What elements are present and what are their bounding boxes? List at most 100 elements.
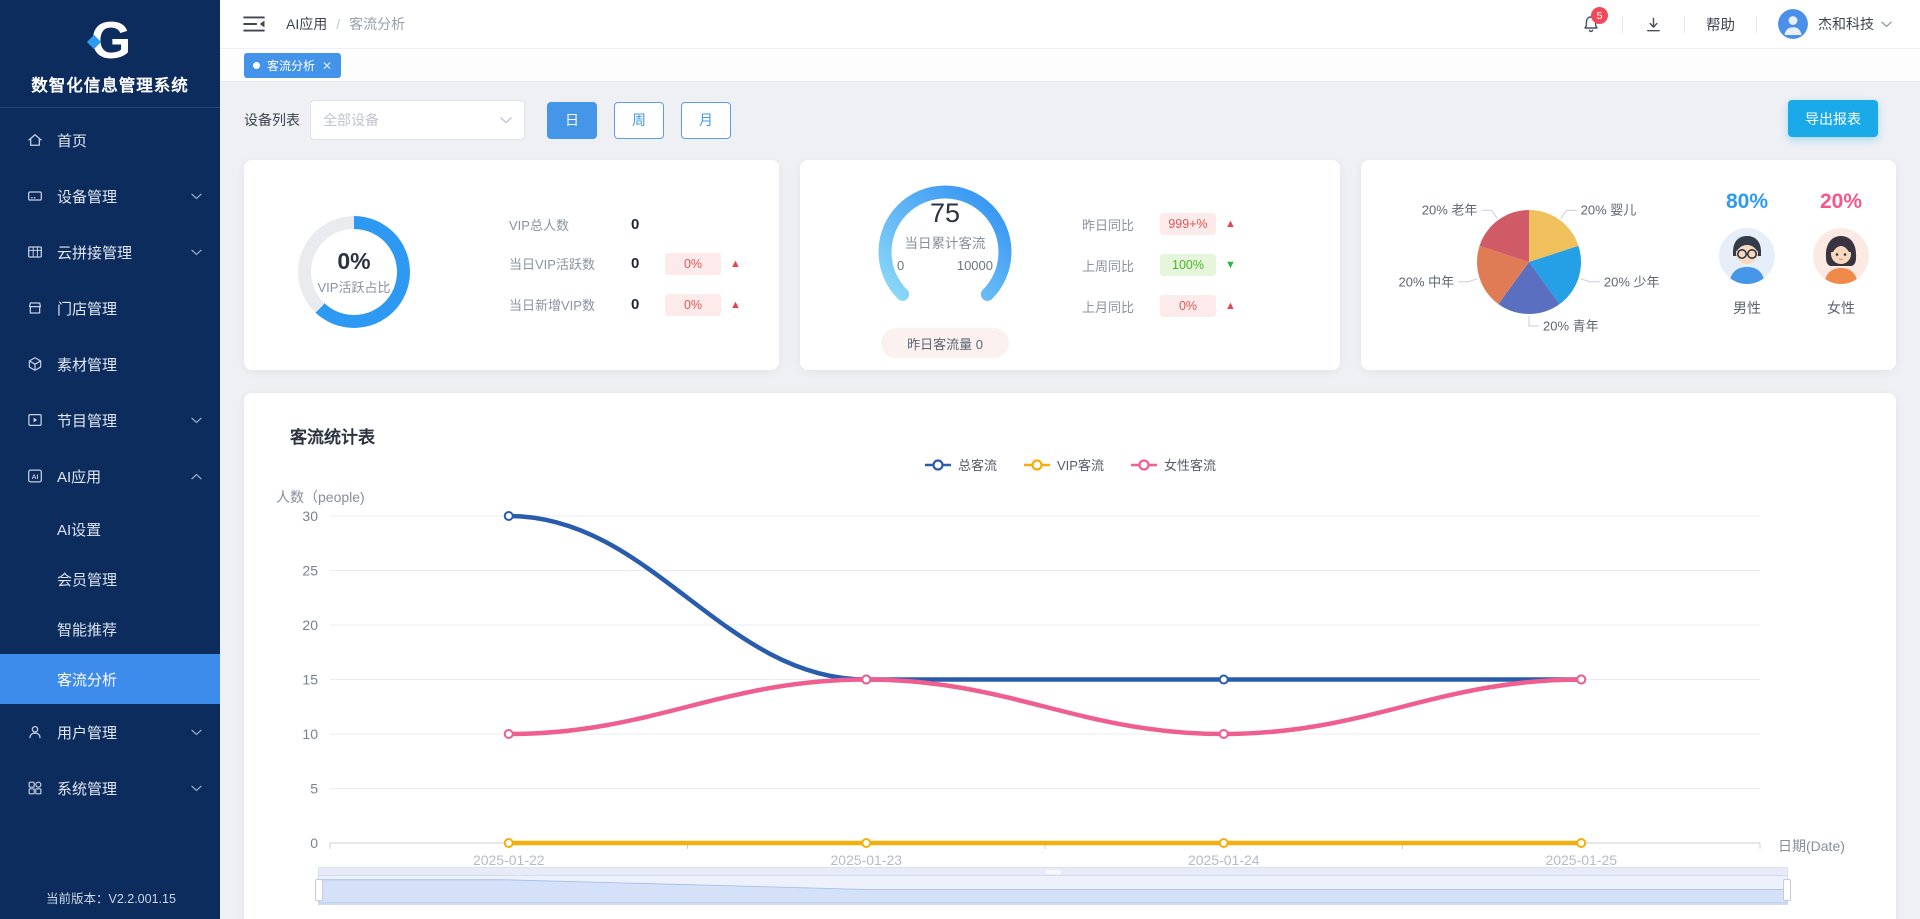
trend-up-icon: ▲	[1225, 218, 1236, 230]
data-point	[862, 839, 870, 847]
sidebar-item-material[interactable]: 素材管理	[0, 336, 220, 392]
sidebar-item-store[interactable]: 门店管理	[0, 280, 220, 336]
datazoom-track[interactable]	[318, 867, 1788, 875]
data-point	[1220, 676, 1228, 684]
chevron-down-icon	[191, 249, 202, 256]
app-logo-icon: G	[80, 12, 140, 70]
svg-text:2025-01-22: 2025-01-22	[473, 852, 545, 868]
chevron-down-icon	[191, 193, 202, 200]
datazoom-preview	[319, 876, 1787, 904]
period-button-周[interactable]: 周	[614, 102, 664, 139]
tab-label: 客流分析	[267, 57, 315, 74]
breadcrumb-item-ai[interactable]: AI应用	[286, 14, 327, 34]
pie-label: 20% 老年	[1422, 203, 1478, 218]
daily-flow-value: 75	[870, 198, 1020, 229]
age-distribution-pie-chart: 20% 婴儿20% 少年20% 青年20% 中年20% 老年	[1379, 165, 1699, 365]
chevron-down-icon[interactable]	[1881, 21, 1892, 28]
material-icon	[26, 355, 44, 373]
download-icon[interactable]	[1644, 15, 1663, 34]
data-point	[505, 839, 513, 847]
store-icon	[26, 299, 44, 317]
svg-text:AI: AI	[32, 474, 39, 481]
vip-stats-card: 0% VIP活跃占比 VIP总人数0当日VIP活跃数00%▲当日新增VIP数00…	[244, 160, 779, 370]
ai-icon: AI	[26, 467, 44, 485]
data-point	[862, 676, 870, 684]
sidebar-menu: 首页设备管理云拼接管理门店管理素材管理节目管理AIAI应用AI设置会员管理智能推…	[0, 112, 220, 816]
sidebar-item-splice[interactable]: 云拼接管理	[0, 224, 220, 280]
sidebar: G 数智化信息管理系统 首页设备管理云拼接管理门店管理素材管理节目管理AIAI应…	[0, 0, 220, 919]
daily-flow-card: 75 当日累计客流 0 10000 昨日客流量 0 昨日同比999+%▲上周同比…	[800, 160, 1340, 370]
export-report-button[interactable]: 导出报表	[1788, 100, 1878, 137]
sidebar-item-program[interactable]: 节目管理	[0, 392, 220, 448]
pie-label: 20% 少年	[1604, 274, 1660, 289]
yesterday-flow-pill: 昨日客流量 0	[881, 328, 1009, 358]
sidebar-item-user[interactable]: 用户管理	[0, 704, 220, 760]
datazoom-slider[interactable]	[318, 867, 1788, 905]
breadcrumb-separator: /	[336, 16, 340, 32]
datazoom-window[interactable]	[318, 875, 1788, 905]
demographics-card: 20% 婴儿20% 少年20% 青年20% 中年20% 老年 80% 男性 20% 女…	[1361, 160, 1896, 370]
gender-male-block: 80% 男性	[1714, 190, 1780, 318]
line-series-2	[509, 680, 1582, 735]
data-point	[505, 512, 513, 520]
svg-text:2025-01-23: 2025-01-23	[830, 852, 902, 868]
period-button-月[interactable]: 月	[681, 102, 731, 139]
sidebar-item-ai[interactable]: AIAI应用	[0, 448, 220, 504]
svg-text:2025-01-25: 2025-01-25	[1545, 852, 1617, 868]
data-point	[1577, 839, 1585, 847]
gender-label: 女性	[1827, 298, 1855, 318]
company-name[interactable]: 杰和科技	[1818, 14, 1874, 34]
tab-active-dot	[253, 62, 260, 69]
header-actions: 5 帮助 杰和科技	[1581, 9, 1920, 39]
gender-female-block: 20% 女性	[1808, 190, 1874, 318]
trend-up-icon: ▲	[1225, 300, 1236, 312]
sidebar-item-home[interactable]: 首页	[0, 112, 220, 168]
vip-stat-rows: VIP总人数0当日VIP活跃数00%▲当日新增VIP数00%▲	[509, 160, 764, 370]
sidebar-item-system[interactable]: 系统管理	[0, 760, 220, 816]
filter-toolbar: 设备列表 全部设备 日周月	[244, 100, 731, 140]
breadcrumb: AI应用 / 客流分析	[286, 14, 405, 34]
data-point	[1577, 676, 1585, 684]
sidebar-subitem[interactable]: 智能推荐	[0, 604, 220, 654]
help-link[interactable]: 帮助	[1706, 14, 1735, 35]
trend-badge: 0%	[1160, 295, 1216, 317]
line-series-0	[509, 516, 1582, 680]
svg-text:0: 0	[310, 835, 318, 851]
trend-badge: 100%	[1160, 254, 1216, 276]
svg-text:25: 25	[302, 563, 318, 579]
gauge-max: 10000	[957, 258, 993, 273]
svg-text:20: 20	[302, 617, 318, 633]
stat-row: 上月同比0%▲	[1082, 295, 1322, 317]
user-icon	[26, 723, 44, 741]
stat-row: 昨日同比999+%▲	[1082, 213, 1322, 235]
sidebar-item-device[interactable]: 设备管理	[0, 168, 220, 224]
trend-badge: 0%	[665, 253, 721, 275]
vip-active-label: VIP活跃占比	[318, 277, 391, 296]
sidebar-subitem[interactable]: 客流分析	[0, 654, 220, 704]
vip-active-percent: 0%	[337, 248, 370, 275]
stat-row: 当日VIP活跃数00%▲	[509, 253, 764, 275]
sidebar-subitem[interactable]: AI设置	[0, 504, 220, 554]
svg-text:5: 5	[310, 781, 318, 797]
daily-flow-label: 当日累计客流	[870, 232, 1020, 252]
datazoom-handle-right[interactable]	[1783, 879, 1791, 901]
gender-label: 男性	[1733, 298, 1761, 318]
top-bar: AI应用 / 客流分析 5 帮助 杰和科技	[220, 0, 1920, 49]
gender-percent: 80%	[1726, 190, 1768, 214]
datazoom-grip[interactable]	[1045, 870, 1061, 874]
svg-text:30: 30	[302, 508, 318, 524]
data-point	[505, 730, 513, 738]
version-label: 当前版本：V2.2.001.15	[46, 888, 176, 907]
datazoom-handle-left[interactable]	[315, 879, 323, 901]
device-select[interactable]: 全部设备	[310, 100, 525, 140]
sidebar-subitem[interactable]: 会员管理	[0, 554, 220, 604]
notification-bell-icon[interactable]: 5	[1581, 14, 1601, 34]
user-avatar[interactable]	[1778, 9, 1808, 39]
collapse-sidebar-icon[interactable]	[242, 14, 266, 34]
female-avatar-icon	[1813, 228, 1869, 284]
system-icon	[26, 779, 44, 797]
tab-passenger-analysis[interactable]: 客流分析 ✕	[244, 53, 341, 78]
period-button-日[interactable]: 日	[547, 102, 597, 139]
close-tab-icon[interactable]: ✕	[322, 60, 332, 72]
gender-percent: 20%	[1820, 190, 1862, 214]
